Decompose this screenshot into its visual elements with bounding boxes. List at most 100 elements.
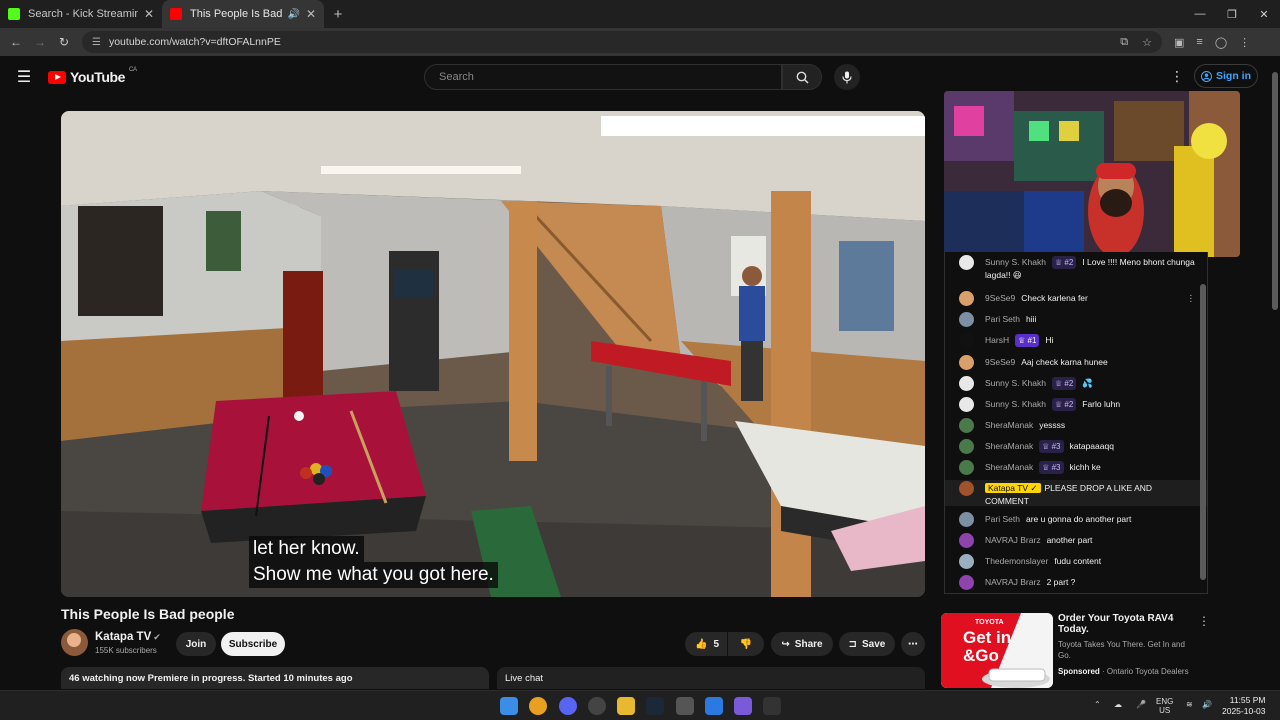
hamburger-menu-icon[interactable]: ☰ — [0, 67, 48, 87]
chat-message[interactable]: Thedemonslayer fudu content — [945, 554, 1207, 569]
search-input[interactable]: Search — [424, 64, 782, 90]
app-icon[interactable] — [734, 697, 752, 715]
chat-message[interactable]: 9SeSe9 Check karlena fer ⋮ — [945, 291, 1207, 306]
channel-name-text: Katapa TV — [95, 631, 152, 643]
discord-icon[interactable] — [559, 697, 577, 715]
chat-author: SheraManak — [985, 441, 1034, 451]
ad-info[interactable]: Order Your Toyota RAV4 Today. Toyota Tak… — [1058, 613, 1198, 676]
cloud-icon[interactable]: ☁ — [1114, 700, 1122, 709]
youtube-logo[interactable]: YouTube CA — [48, 67, 137, 85]
thumbs-up-icon: 👍 — [695, 638, 708, 650]
back-icon[interactable]: ← — [4, 35, 28, 49]
media-control-icon[interactable]: ≡ — [1196, 36, 1202, 49]
chrome-icon[interactable] — [529, 697, 547, 715]
channel-avatar[interactable] — [61, 629, 88, 656]
browser-extensions: ▣ ≡ ◯ ⋮ — [1174, 36, 1250, 49]
bookmark-star-icon[interactable]: ☆ — [1142, 36, 1152, 49]
chat-message[interactable]: NAVRAJ Brarz 2 part ? — [945, 575, 1207, 590]
like-count: 5 — [713, 638, 720, 650]
reload-icon[interactable]: ↻ — [52, 35, 76, 49]
join-button[interactable]: Join — [176, 632, 216, 656]
like-button[interactable]: 👍 5 — [685, 632, 727, 656]
description-box[interactable]: 46 watching now Premiere in progress. St… — [61, 667, 489, 689]
chat-avatar — [959, 481, 974, 496]
subscribe-button[interactable]: Subscribe — [221, 632, 285, 656]
close-window-icon[interactable]: ✕ — [1248, 0, 1280, 28]
channel-name[interactable]: Katapa TV ✔ — [95, 631, 161, 643]
site-info-icon[interactable]: ☰ — [92, 37, 101, 48]
tab-youtube-video[interactable]: This People Is Bad people 🔊 ✕ — [162, 0, 324, 28]
chat-message[interactable]: SheraManak ♕ #3 katapaaaqq — [945, 439, 1207, 454]
member-badge: ♕ #2 — [1051, 256, 1077, 269]
language-indicator[interactable]: ENG US — [1156, 697, 1173, 715]
page-scrollbar[interactable] — [1270, 58, 1280, 690]
forward-icon[interactable]: → — [28, 35, 52, 49]
browser-menu-icon[interactable]: ⋮ — [1239, 36, 1250, 49]
address-bar[interactable]: ☰ youtube.com/watch?v=dftOFALnnPE ⧉ ☆ — [82, 31, 1162, 53]
verified-icon: ✔ — [153, 632, 161, 642]
live-chat-panel[interactable]: Sunny S. Khakh ♕ #2 I Love !!!! Meno bhont… — [944, 252, 1208, 594]
minimize-icon[interactable]: — — [1184, 0, 1216, 28]
save-button[interactable]: ⊐ Save — [839, 632, 895, 656]
start-menu-icon[interactable] — [500, 697, 518, 715]
profile-icon[interactable]: ◯ — [1215, 36, 1227, 49]
app-icon[interactable] — [588, 697, 606, 715]
sign-in-label: Sign in — [1216, 70, 1251, 82]
chat-scrollbar[interactable] — [1200, 284, 1206, 580]
chat-message[interactable]: NAVRAJ Brarz another part — [945, 533, 1207, 548]
volume-icon[interactable]: 🔊 — [1202, 700, 1212, 709]
tray-overflow-icon[interactable]: ⌃ — [1094, 700, 1101, 709]
search-button[interactable] — [782, 64, 822, 90]
app-icon[interactable] — [705, 697, 723, 715]
dislike-button[interactable]: 👎 — [728, 632, 764, 656]
chat-text: Aaj check karna hunee — [1021, 357, 1108, 367]
new-tab-button[interactable]: + — [324, 0, 352, 28]
page-scrollbar-thumb[interactable] — [1272, 72, 1278, 310]
share-icon: ↪ — [781, 638, 790, 650]
chat-message[interactable]: HarsH ♕ #1 Hi — [945, 333, 1207, 348]
tab-kick-search[interactable]: Search - Kick Streaming ✕ — [0, 0, 162, 28]
chat-message[interactable]: SheraManak yessss — [945, 418, 1207, 433]
chat-avatar — [959, 291, 974, 306]
extensions-icon[interactable]: ▣ — [1174, 36, 1184, 49]
maximize-icon[interactable]: ❐ — [1216, 0, 1248, 28]
chat-author: Sunny S. Khakh — [985, 399, 1046, 409]
chat-message[interactable]: Pari Seth are u gonna do another part — [945, 512, 1207, 527]
close-tab-icon[interactable]: ✕ — [306, 7, 316, 21]
chat-message-menu-icon[interactable]: ⋮ — [1187, 292, 1196, 305]
mic-tray-icon[interactable]: 🎤 — [1136, 700, 1146, 709]
steam-icon[interactable] — [646, 697, 664, 715]
sponsored-label: Sponsored — [1058, 667, 1100, 676]
chat-message-owner[interactable]: Katapa TV ✓ PLEASE DROP A LIKE AND COMMEN… — [945, 480, 1207, 506]
chat-message[interactable]: 9SeSe9 Aaj check karna hunee — [945, 355, 1207, 370]
chat-author: NAVRAJ Brarz — [985, 577, 1041, 587]
ad-thumbnail[interactable]: TOYOTA Get in &Go — [941, 613, 1053, 688]
channel-row: Katapa TV ✔ 155K subscribers Join Subscri… — [61, 628, 927, 660]
ad-menu-icon[interactable]: ⋮ — [1198, 614, 1210, 628]
app-icon[interactable] — [676, 697, 694, 715]
owner-name-badge: Katapa TV ✓ — [985, 483, 1041, 493]
share-button[interactable]: ↪ Share — [771, 632, 833, 656]
more-actions-button[interactable]: ⋯ — [901, 632, 925, 656]
video-player[interactable]: let her know. Show me what you got here. — [61, 111, 925, 597]
wifi-icon[interactable]: ≋ — [1186, 700, 1193, 709]
chat-text: Check karlena fer — [1021, 293, 1088, 303]
close-tab-icon[interactable]: ✕ — [144, 7, 154, 21]
chat-message[interactable]: Sunny S. Khakh ♕ #2 Farlo luhn — [945, 397, 1207, 412]
video-title: This People Is Bad people — [61, 606, 235, 622]
url-text: youtube.com/watch?v=dftOFALnnPE — [108, 36, 281, 48]
system-clock[interactable]: 11:55 PM 2025-10-03 — [1222, 695, 1265, 717]
sign-in-button[interactable]: Sign in — [1194, 64, 1258, 88]
chat-message[interactable]: Sunny S. Khakh ♕ #2 💦 — [945, 376, 1207, 391]
chat-author: HarsH — [985, 335, 1010, 345]
chat-message[interactable]: SheraManak ♕ #3 kichh ke — [945, 460, 1207, 475]
chat-message[interactable]: Sunny S. Khakh ♕ #2 I Love !!!! Meno bhont… — [945, 255, 1207, 282]
voice-search-button[interactable] — [834, 64, 860, 90]
microphone-icon — [842, 71, 852, 83]
speaker-icon[interactable]: 🔊 — [287, 9, 299, 20]
file-explorer-icon[interactable] — [617, 697, 635, 715]
chat-message[interactable]: Pari Seth hiii — [945, 312, 1207, 327]
settings-menu-icon[interactable]: ⋮ — [1170, 68, 1184, 85]
install-icon[interactable]: ⧉ — [1120, 36, 1128, 49]
app-icon[interactable] — [763, 697, 781, 715]
